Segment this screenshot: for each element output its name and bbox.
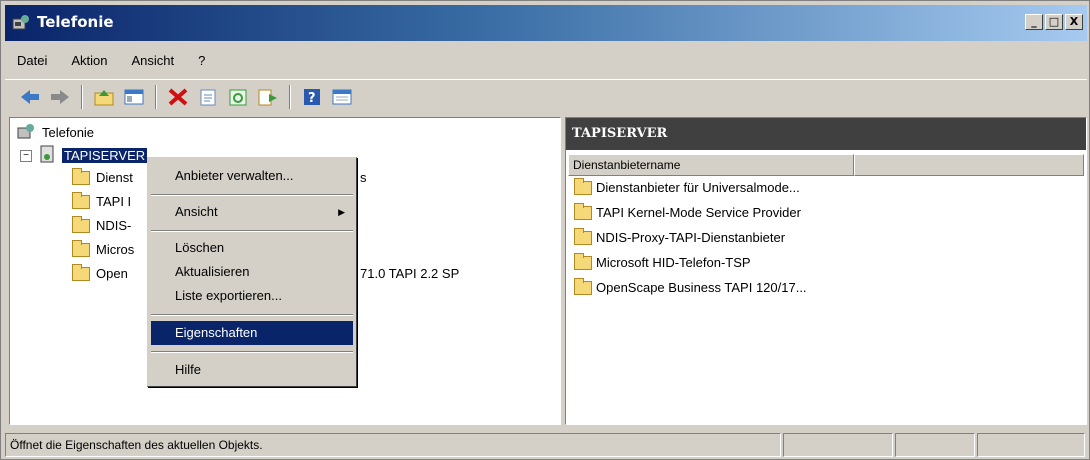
toolbar-separator [155, 84, 157, 109]
column-header-name[interactable]: Dienstanbietername [568, 154, 854, 176]
detail-pane: TAPISERVER Dienstanbietername Dienstanbi… [565, 117, 1087, 425]
list-item[interactable]: Microsoft HID-Telefon-TSP [574, 252, 751, 270]
help-icon[interactable]: ? [299, 84, 325, 110]
tree-root[interactable]: Telefonie [16, 122, 94, 143]
tree-server-label: TAPISERVER [62, 148, 148, 163]
menu-item-loeschen[interactable]: Löschen [151, 236, 353, 260]
telephony-icon [16, 122, 36, 143]
maximize-button[interactable]: □ [1045, 14, 1063, 30]
folder-icon [72, 191, 90, 209]
export-list-icon[interactable] [255, 84, 281, 110]
list-item-label: TAPI Kernel-Mode Service Provider [596, 205, 801, 220]
menu-ansicht[interactable]: Ansicht [120, 53, 187, 68]
menu-item-hilfe[interactable]: Hilfe [151, 358, 353, 382]
menu-item-aktualisieren[interactable]: Aktualisieren [151, 260, 353, 284]
view-icon[interactable] [329, 84, 355, 110]
menu-aktion[interactable]: Aktion [59, 53, 119, 68]
svg-text:?: ? [308, 91, 316, 106]
folder-icon [574, 177, 592, 195]
telephony-app-icon [11, 13, 31, 33]
collapse-icon[interactable]: − [20, 149, 32, 162]
tree-item[interactable]: NDIS- [72, 215, 132, 233]
back-arrow-icon[interactable] [17, 84, 43, 110]
list-item[interactable]: NDIS-Proxy-TAPI-Dienstanbieter [574, 227, 786, 245]
folder-icon [574, 277, 592, 295]
folder-icon [72, 263, 90, 281]
column-header-row: Dienstanbietername [568, 154, 1084, 176]
folder-icon [574, 202, 592, 220]
menu-separator [151, 314, 353, 316]
properties-icon[interactable] [195, 84, 221, 110]
column-header-empty[interactable] [854, 154, 1084, 176]
tree-item-label: NDIS- [96, 218, 132, 233]
menu-item-liste-exportieren[interactable]: Liste exportieren... [151, 284, 353, 308]
status-panel [783, 433, 893, 457]
tree-item[interactable]: Open [72, 263, 128, 281]
menu-datei[interactable]: Datei [5, 53, 59, 68]
context-menu: Anbieter verwalten... Ansicht ▶ Löschen … [147, 157, 357, 387]
telefonie-window: Telefonie _ □ X Datei Aktion Ansicht ? ?… [0, 0, 1090, 460]
list-item[interactable]: OpenScape Business TAPI 120/17... [574, 277, 807, 295]
tree-server[interactable]: − TAPISERVER [20, 144, 148, 167]
list-item[interactable]: TAPI Kernel-Mode Service Provider [574, 202, 801, 220]
tree-item-label: Open [96, 266, 128, 281]
menu-item-eigenschaften[interactable]: Eigenschaften [151, 321, 353, 345]
tree-item-label: Micros [96, 242, 135, 257]
detail-pane-header: TAPISERVER [566, 118, 1086, 150]
folder-icon [72, 167, 90, 185]
status-text: Öffnet die Eigenschaften des aktuellen O… [5, 433, 781, 457]
list-item[interactable]: Dienstanbieter für Universalmode... [574, 177, 800, 195]
tree-item-overflow-text: 71.0 TAPI 2.2 SP [360, 266, 460, 281]
menu-separator [151, 351, 353, 353]
list-item-label: Microsoft HID-Telefon-TSP [596, 255, 751, 270]
tree-item[interactable]: Micros [72, 239, 135, 257]
folder-icon [72, 215, 90, 233]
server-icon [38, 144, 56, 167]
menu-separator [151, 194, 353, 196]
menu-item-anbieter-verwalten[interactable]: Anbieter verwalten... [151, 164, 353, 188]
title-bar[interactable]: Telefonie _ □ X [5, 5, 1087, 41]
list-item-label: Dienstanbieter für Universalmode... [596, 180, 800, 195]
tree-item[interactable]: TAPI I [72, 191, 132, 209]
list-item-label: NDIS-Proxy-TAPI-Dienstanbieter [596, 230, 786, 245]
up-folder-icon[interactable] [91, 84, 117, 110]
status-bar: Öffnet die Eigenschaften des aktuellen O… [5, 433, 1087, 457]
show-hide-tree-icon[interactable] [121, 84, 147, 110]
delete-icon[interactable] [165, 84, 191, 110]
folder-icon [574, 252, 592, 270]
menu-help[interactable]: ? [186, 53, 217, 68]
folder-icon [72, 239, 90, 257]
forward-arrow-icon[interactable] [47, 84, 73, 110]
toolbar-separator [289, 84, 291, 109]
folder-icon [574, 227, 592, 245]
minimize-button[interactable]: _ [1025, 14, 1043, 30]
status-panel [977, 433, 1085, 457]
tree-item-label: Dienst [96, 170, 133, 185]
tree-item-overflow-text: s [360, 170, 367, 185]
window-title: Telefonie [37, 13, 114, 31]
tree-root-label: Telefonie [42, 125, 95, 140]
close-button[interactable]: X [1065, 14, 1083, 30]
tree-item-label: TAPI I [96, 194, 132, 209]
tree-item[interactable]: Dienst [72, 167, 133, 185]
toolbar: ? [5, 79, 1087, 113]
submenu-arrow-icon: ▶ [338, 207, 345, 217]
list-item-label: OpenScape Business TAPI 120/17... [596, 280, 807, 295]
menu-item-label: Ansicht [175, 204, 218, 219]
menu-bar: Datei Aktion Ansicht ? [5, 45, 1087, 75]
menu-separator [151, 230, 353, 232]
toolbar-separator [81, 84, 83, 109]
status-panel [895, 433, 975, 457]
refresh-icon[interactable] [225, 84, 251, 110]
menu-item-ansicht[interactable]: Ansicht ▶ [151, 200, 353, 224]
